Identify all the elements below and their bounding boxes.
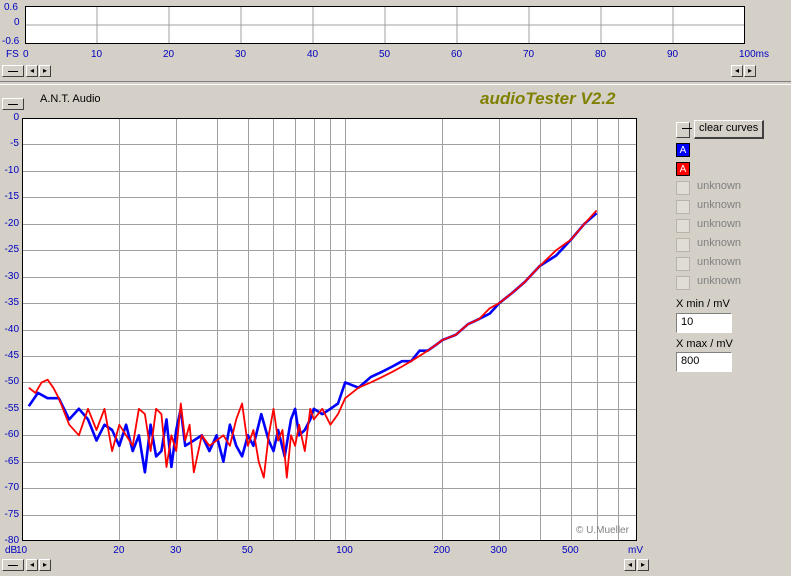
x-tick-label: 100 [336,545,353,556]
y-tick-label: -55 [4,402,19,414]
bottom-right-scroll-right-button[interactable]: ▸ [637,559,649,571]
channel-a-blue-checkbox[interactable]: A [676,143,690,157]
unknown-checkbox-1[interactable] [676,181,690,195]
top-x-tick-label: 60 [451,49,463,60]
top-x-tick-label: 40 [307,49,319,60]
top-scroll-right-button[interactable]: ▸ [39,65,51,77]
separator [0,81,791,85]
x-tick-label: 300 [490,545,508,556]
brand-label: A.N.T. Audio [40,93,101,105]
xmin-label: X min / mV [676,298,730,310]
y-tick-label: -70 [4,482,19,494]
top-x-tick-label: 50 [379,49,391,60]
x-unit-label: mV [628,545,643,556]
main-chart [22,118,637,541]
x-tick-label: 50 [241,545,253,556]
y-tick-label: -40 [4,323,19,335]
y-tick-label: -15 [4,191,19,203]
unknown-checkbox-5[interactable] [676,257,690,271]
top-x-tick-label: 20 [163,49,175,60]
unknown-label-1: unknown [697,180,742,192]
main-plot-spin-button[interactable] [2,98,24,110]
top-right-scroll-right-button[interactable]: ▸ [744,65,756,77]
app-title: audioTester V2.2 [480,89,616,108]
unknown-checkbox-2[interactable] [676,200,690,214]
unknown-label-2: unknown [697,199,742,211]
bottom-scroll-right-button[interactable]: ▸ [39,559,51,571]
top-x-tick-label: 80 [595,49,607,60]
y-tick-label: -25 [4,244,19,256]
bottom-scroll-left-button[interactable]: ◂ [26,559,38,571]
x-tick-label: 200 [433,545,451,556]
clear-curves-button[interactable]: clear curves [694,120,765,139]
top-plot-x-label: FS [6,49,19,60]
y-tick-label: -10 [4,164,19,176]
y-tick-label: -60 [4,429,19,441]
top-x-tick-label: 0 [23,49,29,60]
bottom-right-scroll-left-button[interactable]: ◂ [624,559,636,571]
x-tick-label: 500 [562,545,579,556]
y-tick-label: -65 [4,455,19,467]
y-tick-label: -45 [4,349,19,361]
unknown-label-3: unknown [697,218,742,230]
top-scroll-left-button[interactable]: ◂ [26,65,38,77]
unknown-label-5: unknown [697,256,742,268]
channel-a-red-checkbox[interactable]: A [676,162,690,176]
unknown-checkbox-4[interactable] [676,238,690,252]
xmax-input[interactable]: 800 [676,352,732,372]
y-tick-label: -75 [4,508,19,520]
y-tick-label: -5 [10,138,19,150]
top-plot-ytick-2: -0.6 [2,36,20,47]
xmin-input[interactable]: 10 [676,313,732,333]
top-x-tick-label: 70 [523,49,535,60]
top-plot-spin-button[interactable] [2,65,24,77]
top-plot-ytick-1: 0 [14,17,20,28]
bottom-spin-button[interactable] [2,559,24,571]
top-plot-ytick-0: 0.6 [4,2,18,13]
y-tick-label: -50 [4,376,19,388]
x-tick-label: 20 [113,545,125,556]
top-x-tick-label: 100ms [739,49,770,60]
top-x-tick-label: 10 [91,49,103,60]
y-tick-label: 0 [13,112,19,123]
y-tick-label: -20 [4,217,19,229]
x-tick-label: 30 [170,545,182,556]
top-plot [25,6,745,44]
xmax-label: X max / mV [676,338,733,350]
top-right-scroll-left-button[interactable]: ◂ [731,65,743,77]
top-x-tick-label: 90 [667,49,679,60]
unknown-checkbox-3[interactable] [676,219,690,233]
unknown-label-6: unknown [697,275,742,287]
x-tick-label: 10 [16,545,28,556]
y-tick-label: -30 [4,270,19,282]
clear-curves-spin[interactable] [676,122,692,138]
copyright-label: © U.Mueller [576,525,629,536]
y-tick-label: -35 [4,297,19,309]
unknown-label-4: unknown [697,237,742,249]
top-x-tick-label: 30 [235,49,247,60]
unknown-checkbox-6[interactable] [676,276,690,290]
